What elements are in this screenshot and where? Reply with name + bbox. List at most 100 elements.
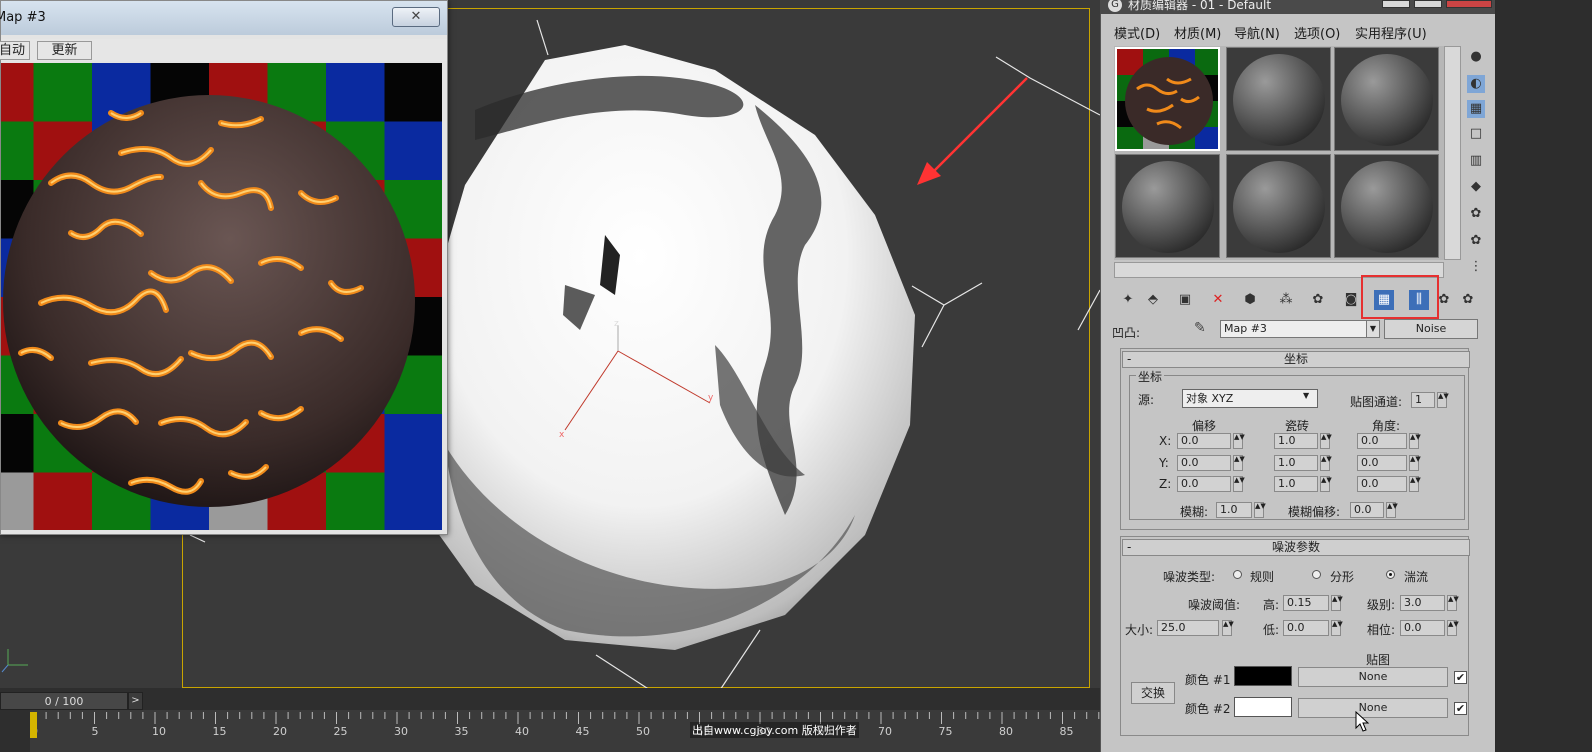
sample-slot-2[interactable] [1226, 47, 1331, 151]
sample-slot-3[interactable] [1334, 47, 1439, 151]
high-spin-buttons[interactable]: ▲▼ [1331, 595, 1343, 611]
levels-spinner[interactable]: 3.0 [1400, 595, 1445, 611]
angle-spinner[interactable]: 0.0 [1357, 455, 1407, 471]
menu-navigation[interactable]: 导航(N) [1234, 23, 1280, 42]
put-to-library-icon[interactable]: ⁂ [1276, 290, 1296, 310]
sample-type-icon[interactable]: ● [1467, 48, 1485, 66]
show-shaded-material-icon[interactable]: ◙ [1341, 290, 1361, 310]
offset-spin-buttons[interactable]: ▲▼ [1233, 476, 1245, 492]
time-marker[interactable] [28, 712, 40, 740]
tiling-spinner[interactable]: 1.0 [1274, 433, 1318, 449]
sample-slot-1[interactable] [1115, 47, 1220, 151]
map-channel-spinner[interactable]: 1 [1411, 392, 1435, 408]
map-name-dropdown-arrow-icon[interactable]: ▼ [1366, 320, 1380, 338]
tiling-spin-buttons[interactable]: ▲▼ [1320, 476, 1332, 492]
minimize-button[interactable] [1382, 0, 1410, 8]
color2-swatch[interactable] [1234, 697, 1292, 717]
options-icon[interactable]: ✿ [1467, 205, 1485, 223]
tiling-spin-buttons[interactable]: ▲▼ [1320, 433, 1332, 449]
sample-slot-5[interactable] [1226, 154, 1331, 258]
color1-map-checkbox[interactable]: ✔ [1454, 671, 1467, 684]
make-preview-icon[interactable]: ◆ [1467, 178, 1485, 196]
close-button[interactable]: ✕ [392, 7, 440, 27]
radio-turbulence[interactable] [1386, 570, 1395, 579]
color1-swatch[interactable] [1234, 666, 1292, 686]
eyedropper-icon[interactable]: ✎ [1194, 320, 1206, 336]
size-spinner[interactable]: 25.0 [1157, 620, 1219, 636]
low-spin-buttons[interactable]: ▲▼ [1331, 620, 1343, 636]
levels-label: 级别: [1367, 598, 1396, 612]
tiling-spinner[interactable]: 1.0 [1274, 455, 1318, 471]
color2-map-checkbox[interactable]: ✔ [1454, 702, 1467, 715]
update-button[interactable]: 更新 [37, 41, 92, 60]
go-forward-to-sibling-icon[interactable]: ✿ [1458, 290, 1478, 310]
offset-spinner[interactable]: 0.0 [1177, 476, 1231, 492]
menu-options[interactable]: 选项(O) [1294, 23, 1340, 42]
menu-material[interactable]: 材质(M) [1174, 23, 1221, 42]
render-window-titlebar[interactable]: Map #3 [0, 1, 447, 35]
maximize-button[interactable] [1414, 0, 1442, 8]
video-color-check-icon[interactable]: ▥ [1467, 152, 1485, 170]
material-editor-title: 材质编辑器 - 01 - Default [1128, 0, 1272, 12]
low-spinner[interactable]: 0.0 [1283, 620, 1329, 636]
make-unique-icon[interactable]: ⬢ [1240, 290, 1260, 310]
offset-spin-buttons[interactable]: ▲▼ [1233, 433, 1245, 449]
time-slider[interactable]: 0 / 100 [0, 692, 128, 710]
sample-slot-6[interactable] [1334, 154, 1439, 258]
sample-uv-tiling-icon[interactable]: □ [1467, 125, 1485, 143]
slots-vertical-scrollbar[interactable] [1444, 46, 1461, 260]
get-material-icon[interactable]: ✦ [1118, 290, 1138, 310]
tick-label: 75 [938, 725, 953, 738]
radio-regular[interactable] [1233, 570, 1242, 579]
blur-spinner[interactable]: 1.0 [1216, 502, 1252, 518]
tiling-spinner[interactable]: 1.0 [1274, 476, 1318, 492]
tick-label: 30 [394, 725, 408, 738]
put-to-scene-icon[interactable]: ⬘ [1143, 290, 1163, 310]
swap-button[interactable]: 交换 [1131, 682, 1175, 704]
me-close-button[interactable] [1446, 0, 1492, 8]
high-spinner[interactable]: 0.15 [1283, 595, 1329, 611]
angle-spin-buttons[interactable]: ▲▼ [1409, 433, 1421, 449]
next-frame-button[interactable]: > [128, 692, 143, 710]
coordinates-rollout-header[interactable]: - 坐标 [1122, 351, 1470, 368]
phase-spin-buttons[interactable]: ▲▼ [1447, 620, 1459, 636]
tiling-spin-buttons[interactable]: ▲▼ [1320, 455, 1332, 471]
gizmo-z-label: z [614, 319, 619, 329]
levels-spin-buttons[interactable]: ▲▼ [1447, 595, 1459, 611]
offset-spinner[interactable]: 0.0 [1177, 455, 1231, 471]
noise-rollout-header[interactable]: - 噪波参数 [1122, 539, 1470, 556]
angle-spin-buttons[interactable]: ▲▼ [1409, 455, 1421, 471]
noise-header-label: 噪波参数 [1271, 540, 1320, 554]
map-name-field[interactable]: Map #3 [1220, 320, 1380, 338]
source-dropdown[interactable]: 对象 XYZ [1182, 389, 1318, 408]
color1-map-button[interactable]: None [1298, 667, 1448, 687]
menu-mode[interactable]: 模式(D) [1114, 23, 1160, 42]
blur-spin-buttons[interactable]: ▲▼ [1254, 502, 1266, 518]
size-label: 大小: [1125, 623, 1154, 637]
backlight-icon[interactable]: ◐ [1467, 75, 1485, 93]
material-id-channel-icon[interactable]: ✿ [1308, 290, 1328, 310]
assign-to-selection-icon[interactable]: ▣ [1175, 290, 1195, 310]
menu-utilities[interactable]: 实用程序(U) [1355, 23, 1427, 42]
blur-offset-spin-buttons[interactable]: ▲▼ [1386, 502, 1398, 518]
background-checker-icon[interactable]: ▦ [1467, 100, 1485, 118]
angle-spin-buttons[interactable]: ▲▼ [1409, 476, 1421, 492]
map-channel-spin-buttons[interactable]: ▲▼ [1437, 392, 1449, 408]
phase-spinner[interactable]: 0.0 [1400, 620, 1445, 636]
material-map-navigator-icon[interactable]: ⋮ [1467, 258, 1485, 276]
angle-spinner[interactable]: 0.0 [1357, 433, 1407, 449]
transform-gizmo[interactable]: z y x [555, 315, 735, 445]
select-by-material-icon[interactable]: ✿ [1467, 232, 1485, 250]
offset-spin-buttons[interactable]: ▲▼ [1233, 455, 1245, 471]
angle-spinner[interactable]: 0.0 [1357, 476, 1407, 492]
reset-map-icon[interactable]: ✕ [1208, 290, 1228, 310]
size-spin-buttons[interactable]: ▲▼ [1222, 620, 1234, 636]
color2-map-button[interactable]: None [1298, 698, 1448, 718]
map-render-window[interactable]: Map #3 ✕ 自动 更新 [0, 0, 448, 535]
map-type-button[interactable]: Noise [1384, 319, 1478, 339]
auto-button[interactable]: 自动 [0, 41, 31, 60]
offset-spinner[interactable]: 0.0 [1177, 433, 1231, 449]
sample-slot-4[interactable] [1115, 154, 1220, 258]
radio-fractal[interactable] [1312, 570, 1321, 579]
blur-offset-spinner[interactable]: 0.0 [1350, 502, 1384, 518]
